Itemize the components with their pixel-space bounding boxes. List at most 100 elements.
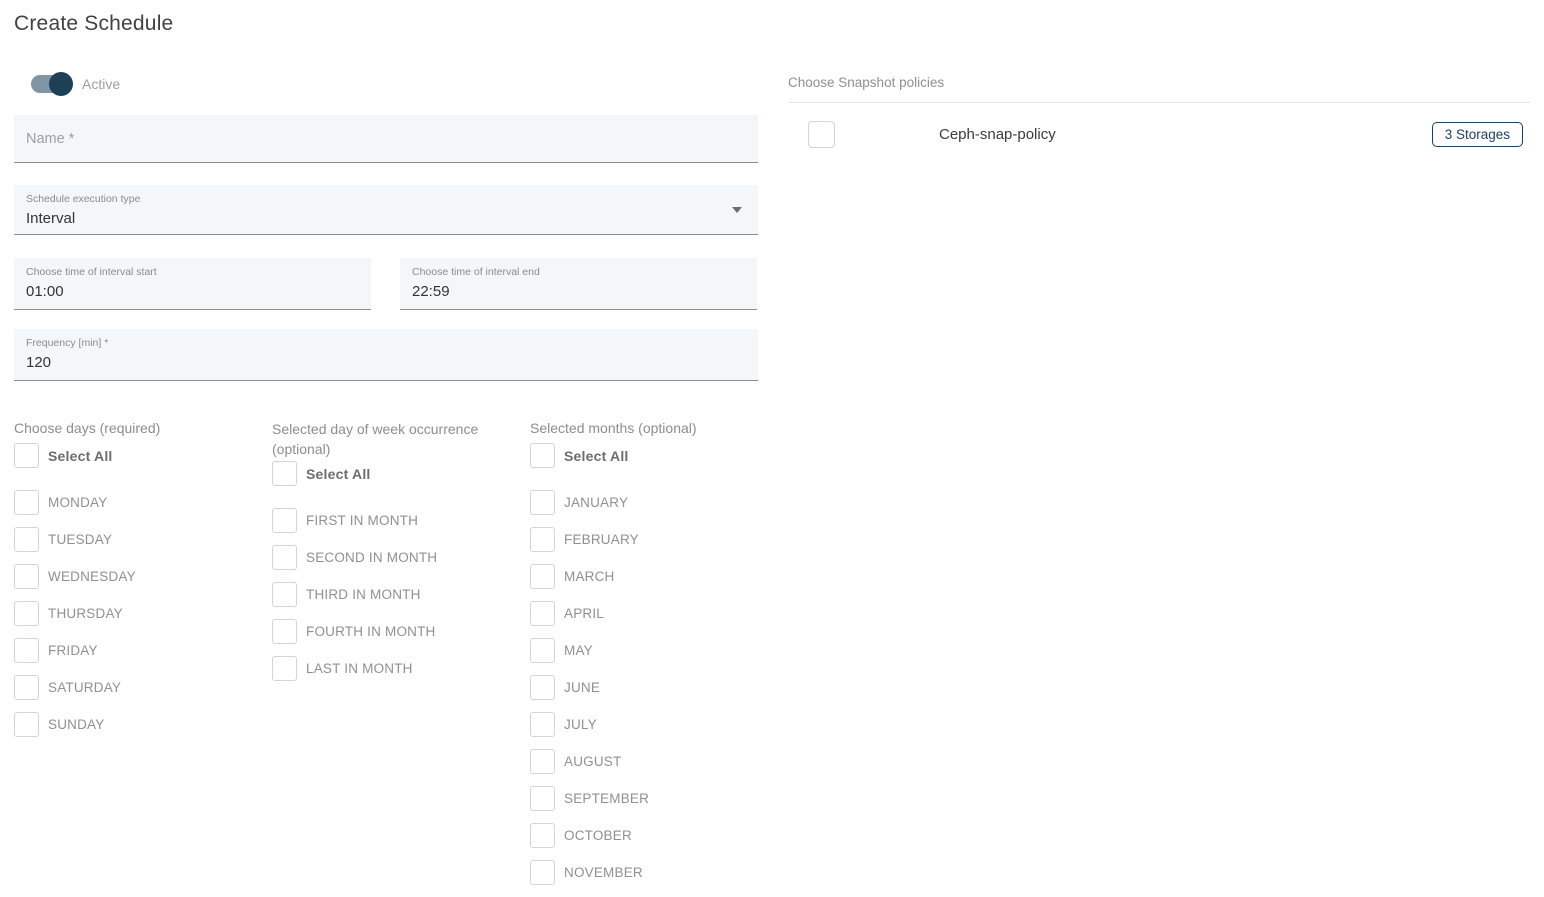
checkbox-second-in-month[interactable] [272,545,297,570]
checkbox-june[interactable] [530,675,555,700]
month-row-april: APRIL [530,601,780,626]
occurrence-header: Selected day of week occurrence (optiona… [272,419,484,459]
policy-name: Ceph-snap-policy [939,126,1056,143]
checkbox-july[interactable] [530,712,555,737]
execution-type-value: Interval [26,208,746,229]
interval-end-field[interactable]: Choose time of interval end 22:59 [400,258,757,310]
label-thursday: THURSDAY [48,606,123,621]
interval-end-label: Choose time of interval end [412,266,745,279]
checkbox-fourth-in-month[interactable] [272,619,297,644]
choose-days-header: Choose days (required) [14,419,264,437]
label-november: NOVEMBER [564,865,643,880]
label-may: MAY [564,643,593,658]
toggle-thumb [49,72,73,96]
occurrence-row-last: LAST IN MONTH [272,656,484,681]
checkbox-august[interactable] [530,749,555,774]
occurrence-select-all-checkbox[interactable] [272,461,297,486]
checkbox-january[interactable] [530,490,555,515]
checkbox-first-in-month[interactable] [272,508,297,533]
policy-checkbox[interactable] [808,121,835,148]
checkbox-friday[interactable] [14,638,39,663]
day-row-tuesday: TUESDAY [14,527,264,552]
snapshot-policies-panel: Choose Snapshot policies Ceph-snap-polic… [788,74,1530,159]
choose-days-column: Choose days (required) Select All MONDAY… [14,419,264,749]
frequency-field[interactable]: Frequency [min] * 120 [14,329,758,381]
label-march: MARCH [564,569,615,584]
frequency-value: 120 [26,352,746,373]
occurrence-column: Selected day of week occurrence (optiona… [272,419,484,693]
label-february: FEBRUARY [564,532,639,547]
label-monday: MONDAY [48,495,107,510]
checkbox-saturday[interactable] [14,675,39,700]
month-row-january: JANUARY [530,490,780,515]
month-row-july: JULY [530,712,780,737]
checkbox-march[interactable] [530,564,555,589]
label-sunday: SUNDAY [48,717,104,732]
label-april: APRIL [564,606,604,621]
checkbox-april[interactable] [530,601,555,626]
interval-start-value: 01:00 [26,281,359,302]
policy-row: Ceph-snap-policy 3 Storages [788,109,1530,159]
checkbox-thursday[interactable] [14,601,39,626]
months-select-all-label: Select All [564,448,629,464]
label-june: JUNE [564,680,600,695]
execution-type-select[interactable]: Schedule execution type Interval [14,185,758,235]
month-row-november: NOVEMBER [530,860,780,885]
occurrence-row-fourth: FOURTH IN MONTH [272,619,484,644]
name-field-placeholder: Name * [26,131,74,147]
day-row-wednesday: WEDNESDAY [14,564,264,589]
day-row-monday: MONDAY [14,490,264,515]
occurrence-select-all-label: Select All [306,466,371,482]
occurrence-row-second: SECOND IN MONTH [272,545,484,570]
checkbox-tuesday[interactable] [14,527,39,552]
occurrence-select-all-row: Select All [272,461,484,486]
active-toggle-row: Active [31,72,120,96]
label-tuesday: TUESDAY [48,532,112,547]
execution-type-label: Schedule execution type [26,193,746,206]
label-third-in-month: THIRD IN MONTH [306,587,421,602]
months-column: Selected months (optional) Select All JA… [530,419,780,897]
label-last-in-month: LAST IN MONTH [306,661,413,676]
month-row-march: MARCH [530,564,780,589]
name-field[interactable]: Name * [14,115,758,163]
days-select-all-row: Select All [14,443,264,468]
interval-start-field[interactable]: Choose time of interval start 01:00 [14,258,371,310]
month-row-june: JUNE [530,675,780,700]
day-row-saturday: SATURDAY [14,675,264,700]
checkbox-november[interactable] [530,860,555,885]
checkbox-monday[interactable] [14,490,39,515]
label-september: SEPTEMBER [564,791,649,806]
occurrence-row-third: THIRD IN MONTH [272,582,484,607]
label-july: JULY [564,717,597,732]
label-october: OCTOBER [564,828,632,843]
label-august: AUGUST [564,754,621,769]
month-row-september: SEPTEMBER [530,786,780,811]
snapshot-policies-header: Choose Snapshot policies [788,74,1530,103]
checkbox-september[interactable] [530,786,555,811]
frequency-label: Frequency [min] * [26,337,746,350]
month-row-october: OCTOBER [530,823,780,848]
checkbox-may[interactable] [530,638,555,663]
months-select-all-row: Select All [530,443,780,468]
occurrence-row-first: FIRST IN MONTH [272,508,484,533]
checkbox-third-in-month[interactable] [272,582,297,607]
checkbox-wednesday[interactable] [14,564,39,589]
chevron-down-icon [732,207,742,213]
checkbox-october[interactable] [530,823,555,848]
day-row-sunday: SUNDAY [14,712,264,737]
label-second-in-month: SECOND IN MONTH [306,550,437,565]
day-row-thursday: THURSDAY [14,601,264,626]
months-header: Selected months (optional) [530,419,780,437]
checkbox-february[interactable] [530,527,555,552]
storages-count-button[interactable]: 3 Storages [1432,122,1523,147]
label-first-in-month: FIRST IN MONTH [306,513,418,528]
interval-start-label: Choose time of interval start [26,266,359,279]
active-toggle[interactable] [31,72,68,96]
months-select-all-checkbox[interactable] [530,443,555,468]
days-select-all-checkbox[interactable] [14,443,39,468]
label-january: JANUARY [564,495,628,510]
checkbox-sunday[interactable] [14,712,39,737]
checkbox-last-in-month[interactable] [272,656,297,681]
day-row-friday: FRIDAY [14,638,264,663]
days-select-all-label: Select All [48,448,113,464]
